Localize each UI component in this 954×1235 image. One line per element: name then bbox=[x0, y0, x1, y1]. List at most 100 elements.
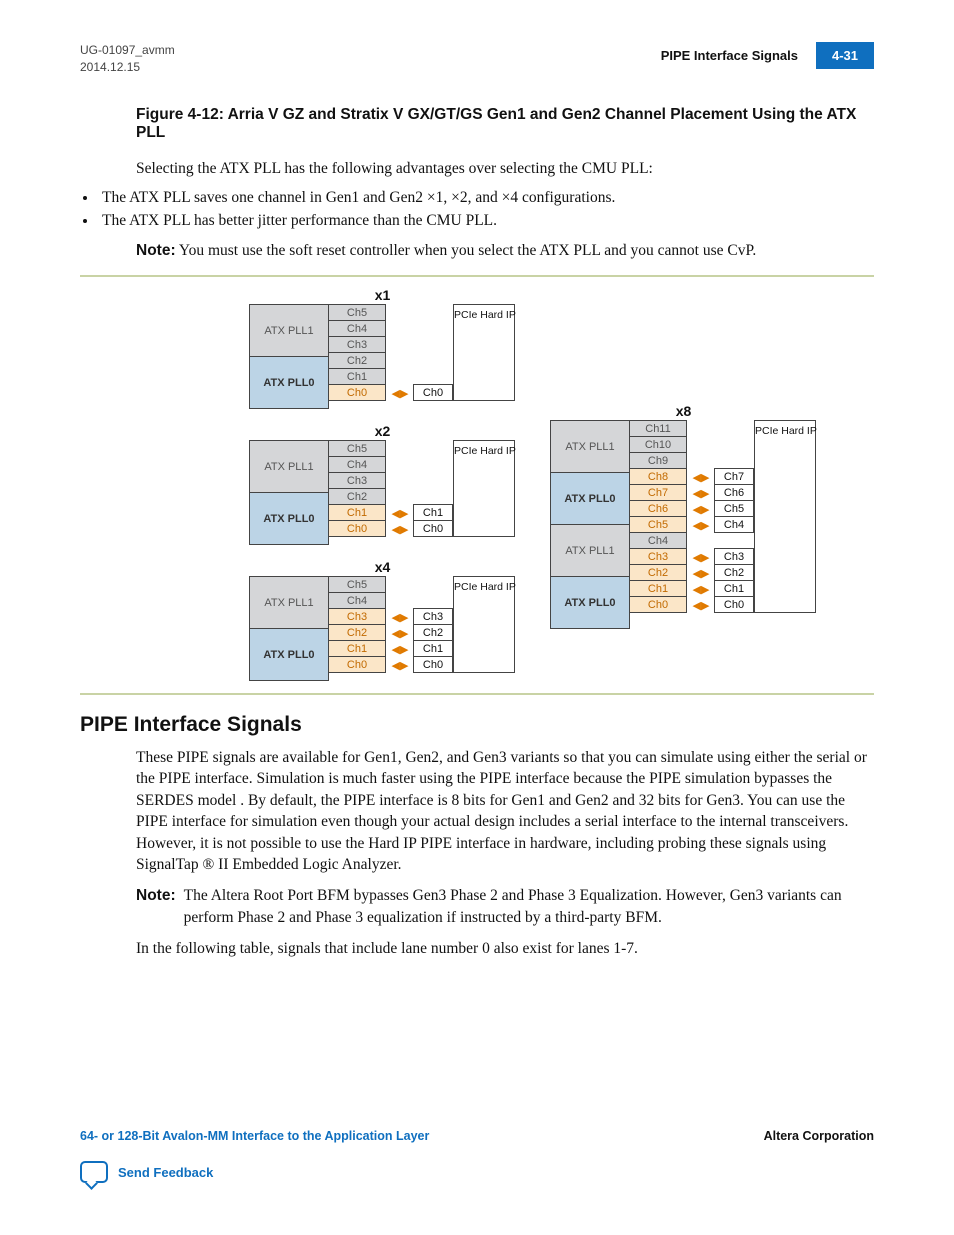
channel-cell: Ch9 bbox=[629, 452, 687, 469]
footer-left-link[interactable]: 64- or 128-Bit Avalon-MM Interface to th… bbox=[80, 1129, 429, 1143]
channel-cell: Ch7 bbox=[629, 484, 687, 501]
channel-cell: Ch2 bbox=[328, 488, 386, 505]
pll-cell: ATX PLL1 bbox=[249, 304, 329, 357]
channel-cell: Ch5 bbox=[328, 576, 386, 593]
channel-cell: Ch1 bbox=[328, 640, 386, 657]
mapped-channel-cell: Ch3 bbox=[714, 548, 754, 565]
channel-cell: Ch1 bbox=[629, 580, 687, 597]
channel-cell: Ch0 bbox=[328, 520, 386, 537]
mapped-channel-cell: Ch1 bbox=[413, 504, 453, 521]
channel-diagrams: x1ATX PLL1ATX PLL0Ch5Ch4Ch3Ch2Ch1Ch0◀▶Ch… bbox=[250, 287, 874, 681]
page-header: UG-01097_avmm 2014.12.15 PIPE Interface … bbox=[80, 42, 874, 76]
arrow-icon bbox=[386, 456, 414, 473]
arrow-icon bbox=[687, 532, 715, 549]
note-text: The Altera Root Port BFM bypasses Gen3 P… bbox=[184, 885, 874, 928]
list-item: The ATX PLL saves one channel in Gen1 an… bbox=[98, 187, 874, 208]
channel-cell: Ch3 bbox=[328, 472, 386, 489]
channel-cell: Ch1 bbox=[328, 504, 386, 521]
pcie-hard-ip-cell: PCIe Hard IP bbox=[453, 440, 515, 537]
arrow-icon bbox=[687, 436, 715, 453]
page-footer: 64- or 128-Bit Avalon-MM Interface to th… bbox=[80, 1129, 874, 1183]
doc-id: UG-01097_avmm bbox=[80, 42, 175, 59]
arrow-icon: ◀▶ bbox=[687, 484, 715, 501]
arrow-icon: ◀▶ bbox=[687, 516, 715, 533]
channel-cell: Ch6 bbox=[629, 500, 687, 517]
channel-cell: Ch0 bbox=[328, 384, 386, 401]
arrow-icon bbox=[386, 472, 414, 489]
channel-cell: Ch5 bbox=[328, 304, 386, 321]
mapped-channel-cell: Ch2 bbox=[714, 564, 754, 581]
pipe-paragraph: These PIPE signals are available for Gen… bbox=[136, 747, 874, 875]
header-page-number: 4-31 bbox=[816, 42, 874, 69]
arrow-icon: ◀▶ bbox=[386, 520, 414, 537]
channel-cell: Ch4 bbox=[328, 456, 386, 473]
mapped-channel-cell: Ch6 bbox=[714, 484, 754, 501]
diagram-x4: x4ATX PLL1ATX PLL0Ch5Ch4Ch3Ch2Ch1Ch0◀▶◀▶… bbox=[250, 559, 515, 681]
channel-cell: Ch2 bbox=[629, 564, 687, 581]
arrow-icon: ◀▶ bbox=[386, 504, 414, 521]
arrow-icon: ◀▶ bbox=[687, 548, 715, 565]
channel-cell: Ch4 bbox=[629, 532, 687, 549]
channel-cell: Ch2 bbox=[328, 352, 386, 369]
arrow-icon bbox=[386, 352, 414, 369]
pll-cell: ATX PLL0 bbox=[249, 492, 329, 545]
mapped-channel-cell: Ch3 bbox=[413, 608, 453, 625]
arrow-icon bbox=[386, 320, 414, 337]
send-feedback-link[interactable]: Send Feedback bbox=[118, 1165, 213, 1180]
arrow-icon bbox=[386, 336, 414, 353]
channel-cell: Ch11 bbox=[629, 420, 687, 437]
arrow-icon: ◀▶ bbox=[687, 564, 715, 581]
diagram-title: x8 bbox=[551, 403, 816, 419]
channel-cell: Ch10 bbox=[629, 436, 687, 453]
mapped-channel-cell: Ch4 bbox=[714, 516, 754, 533]
channel-cell: Ch4 bbox=[328, 592, 386, 609]
header-section: PIPE Interface Signals bbox=[661, 48, 816, 63]
advantages-list: The ATX PLL saves one channel in Gen1 an… bbox=[98, 187, 874, 232]
channel-cell: Ch5 bbox=[629, 516, 687, 533]
pcie-hard-ip-cell: PCIe Hard IP bbox=[453, 304, 515, 401]
note-label: Note: bbox=[136, 242, 176, 259]
note-text: You must use the soft reset controller w… bbox=[179, 242, 756, 259]
arrow-icon bbox=[386, 488, 414, 505]
mapped-channel-cell: Ch0 bbox=[714, 596, 754, 613]
channel-cell: Ch3 bbox=[328, 336, 386, 353]
channel-cell: Ch0 bbox=[629, 596, 687, 613]
pll-cell: ATX PLL1 bbox=[249, 576, 329, 629]
diagram-x8: x8ATX PLL1ATX PLL0ATX PLL1ATX PLL0Ch11Ch… bbox=[551, 403, 816, 629]
arrow-icon: ◀▶ bbox=[386, 384, 414, 401]
mapped-channel-cell: Ch0 bbox=[413, 520, 453, 537]
channel-cell: Ch8 bbox=[629, 468, 687, 485]
arrow-icon: ◀▶ bbox=[687, 596, 715, 613]
channel-cell: Ch4 bbox=[328, 320, 386, 337]
note-label: Note: bbox=[136, 885, 176, 928]
channel-cell: Ch3 bbox=[328, 608, 386, 625]
arrow-icon bbox=[386, 304, 414, 321]
note-block: Note: You must use the soft reset contro… bbox=[136, 240, 874, 261]
arrow-icon: ◀▶ bbox=[687, 468, 715, 485]
horizontal-rule bbox=[80, 275, 874, 277]
doc-date: 2014.12.15 bbox=[80, 59, 175, 76]
diagram-title: x2 bbox=[250, 423, 515, 439]
arrow-icon bbox=[687, 420, 715, 437]
channel-cell: Ch0 bbox=[328, 656, 386, 673]
mapped-channel-cell: Ch0 bbox=[413, 384, 453, 401]
diagram-title: x1 bbox=[250, 287, 515, 303]
arrow-icon: ◀▶ bbox=[386, 656, 414, 673]
feedback-icon[interactable] bbox=[80, 1161, 108, 1183]
mapped-channel-cell: Ch5 bbox=[714, 500, 754, 517]
pll-cell: ATX PLL1 bbox=[550, 420, 630, 473]
arrow-icon bbox=[386, 440, 414, 457]
list-item: The ATX PLL has better jitter performanc… bbox=[98, 210, 874, 231]
pll-cell: ATX PLL1 bbox=[249, 440, 329, 493]
followup-text: In the following table, signals that inc… bbox=[136, 938, 874, 959]
arrow-icon: ◀▶ bbox=[386, 624, 414, 641]
arrow-icon bbox=[687, 452, 715, 469]
mapped-channel-cell: Ch0 bbox=[413, 656, 453, 673]
mapped-channel-cell: Ch1 bbox=[714, 580, 754, 597]
horizontal-rule bbox=[80, 693, 874, 695]
diagram-x1: x1ATX PLL1ATX PLL0Ch5Ch4Ch3Ch2Ch1Ch0◀▶Ch… bbox=[250, 287, 515, 409]
channel-cell: Ch3 bbox=[629, 548, 687, 565]
channel-cell: Ch2 bbox=[328, 624, 386, 641]
pll-cell: ATX PLL1 bbox=[550, 524, 630, 577]
figure-caption: Figure 4-12: Arria V GZ and Stratix V GX… bbox=[136, 106, 874, 142]
